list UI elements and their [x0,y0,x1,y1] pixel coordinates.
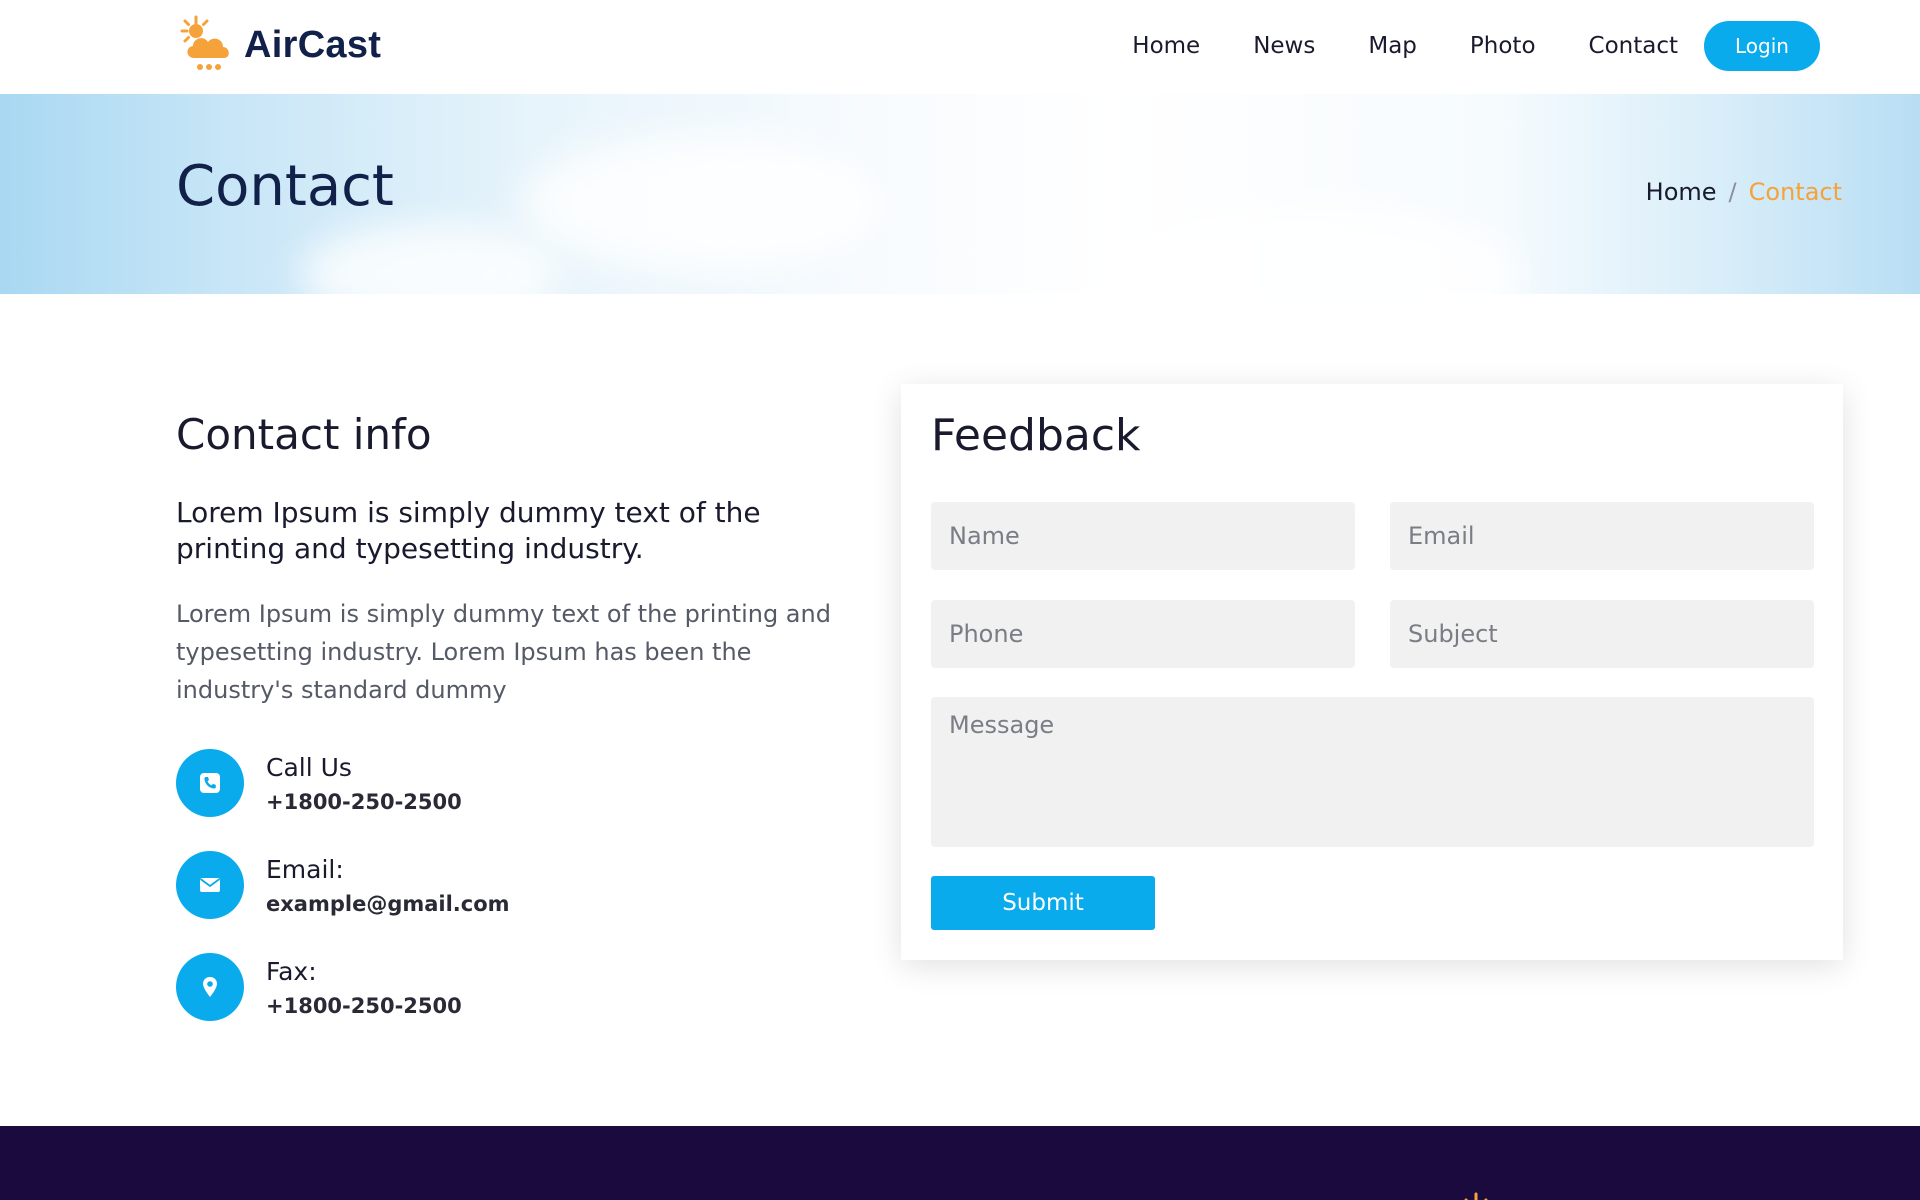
contact-item-email: Email: example@gmail.com [176,851,836,919]
contact-info-body: Lorem Ipsum is simply dummy text of the … [176,600,831,704]
feedback-title: Feedback [931,410,1141,461]
brand-logo[interactable]: AirCast [176,14,381,76]
sun-cloud-rain-icon [180,15,229,70]
breadcrumb-current: Contact [1748,178,1842,206]
contact-value: +1800-250-2500 [266,789,462,814]
contact-label: Email: [266,854,344,884]
envelope-icon [176,851,244,919]
contact-item-fax: Fax: +1800-250-2500 [176,953,836,1021]
contact-label: Call Us [266,752,352,782]
contact-info-section: Contact info Lorem Ipsum is simply dummy… [176,410,836,1055]
page-title: Contact [176,154,394,219]
site-footer [0,1126,1920,1200]
contact-item-phone: Call Us +1800-250-2500 [176,749,836,817]
nav-news[interactable]: News [1253,33,1315,59]
feedback-form: Feedback Submit [901,384,1843,960]
login-button[interactable]: Login [1704,21,1820,71]
nav-map[interactable]: Map [1368,33,1417,59]
main-nav: Home News Map Photo Contact Login [1132,21,1820,71]
page-banner: Contact Home / Contact [0,94,1920,294]
contact-value: example@gmail.com [266,891,510,916]
subject-input[interactable] [1390,600,1814,668]
nav-contact[interactable]: Contact [1589,33,1678,59]
message-textarea[interactable] [931,697,1814,847]
breadcrumb-separator: / [1728,178,1737,206]
contact-info-lead: Lorem Ipsum is simply dummy text of the … [176,496,761,565]
contact-label: Fax: [266,956,317,986]
sun-rays-icon [1464,1192,1488,1200]
location-pin-icon [176,953,244,1021]
contact-list: Call Us +1800-250-2500 Email: example@gm… [176,749,836,1021]
contact-value: +1800-250-2500 [266,993,462,1018]
name-input[interactable] [931,502,1355,570]
submit-button[interactable]: Submit [931,876,1155,930]
email-input[interactable] [1390,502,1814,570]
nav-home[interactable]: Home [1132,33,1200,59]
breadcrumb: Home / Contact [1646,178,1842,206]
contact-info-title: Contact info [176,410,432,459]
breadcrumb-home[interactable]: Home [1646,178,1717,206]
brand-name: AirCast [244,23,382,66]
phone-icon [176,749,244,817]
site-header: AirCast Home News Map Photo Contact Logi… [0,0,1920,94]
phone-input[interactable] [931,600,1355,668]
nav-photo[interactable]: Photo [1470,33,1536,59]
